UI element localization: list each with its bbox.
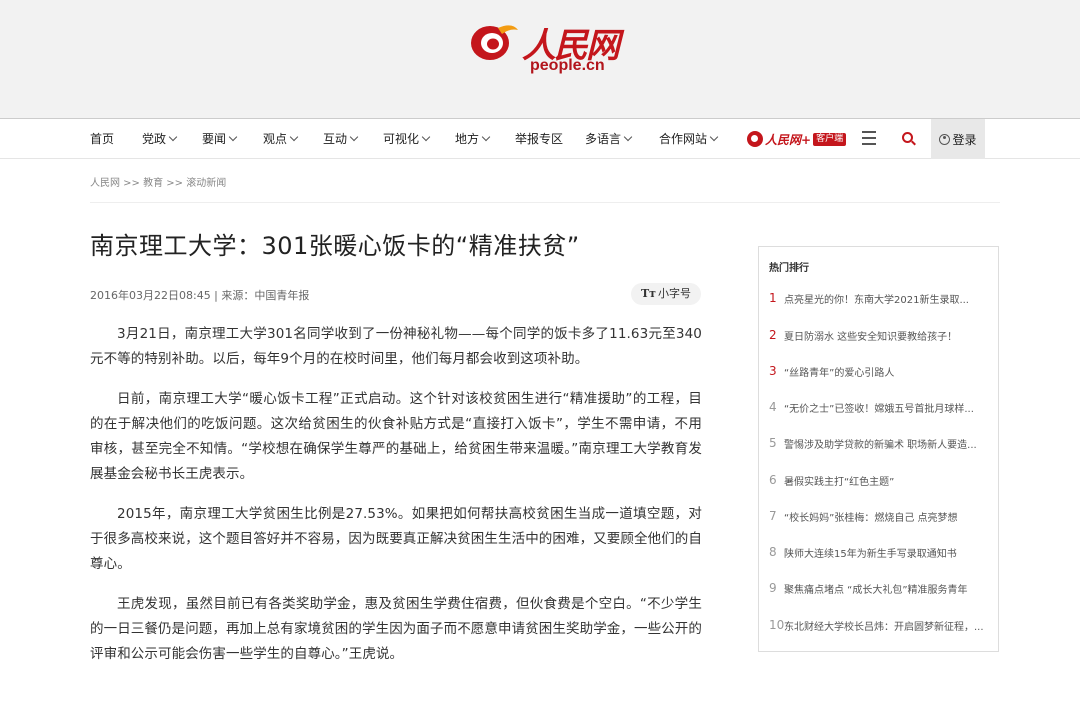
font-toggle-label: 小字号 <box>658 287 691 300</box>
main-nav: 首页 党政 要闻 观点 互动 可视化 地方 举报专区 多语言 合作网站 人民网+… <box>0 118 1080 159</box>
nav-item-local[interactable]: 地方 <box>455 119 491 159</box>
site-logo[interactable]: 人民网 people.cn <box>468 14 628 76</box>
login-button[interactable]: 登录 <box>931 119 985 159</box>
text-size-icon: Tт <box>640 287 656 300</box>
app-badge: 客户端 <box>813 132 847 146</box>
login-label: 登录 <box>952 132 977 147</box>
hot-item[interactable]: 3 “丝路青年”的爱心引路人 <box>769 361 991 381</box>
divider <box>90 202 1000 203</box>
nav-item-label: 多语言 <box>585 132 622 146</box>
hot-item-text: 聚焦痛点堵点 “成长大礼包”精准服务青年 <box>784 584 968 596</box>
nav-item-label: 互动 <box>323 132 348 146</box>
nav-item-label: 党政 <box>142 132 167 146</box>
nav-item-visual[interactable]: 可视化 <box>383 119 431 159</box>
app-name: 人民网+ <box>765 132 812 147</box>
hot-item-text: 东北财经大学校长吕炜：开启圆梦新征程，... <box>784 621 984 633</box>
search-icon[interactable] <box>902 132 916 146</box>
rank-number: 2 <box>769 328 777 342</box>
chevron-down-icon <box>289 132 299 142</box>
menu-icon[interactable] <box>862 131 876 145</box>
hot-item[interactable]: 8 陕师大连续15年为新生手写录取通知书 <box>769 542 991 562</box>
rank-number: 8 <box>769 545 777 559</box>
nav-item-home[interactable]: 首页 <box>90 119 114 159</box>
hot-item[interactable]: 1 点亮星光的你！东南大学2021新生录取... <box>769 288 991 308</box>
nav-item-label: 观点 <box>263 132 288 146</box>
hot-item-text: 警惕涉及助学贷款的新骗术 职场新人要造... <box>784 439 977 451</box>
hot-item[interactable]: 7 “校长妈妈”张桂梅：燃烧自己 点亮梦想 <box>769 506 991 526</box>
rank-number: 7 <box>769 509 777 523</box>
nav-item-label: 要闻 <box>202 132 227 146</box>
chevron-down-icon <box>623 132 633 142</box>
app-link[interactable]: 人民网+ 客户端 <box>747 130 847 148</box>
rank-number: 6 <box>769 473 777 487</box>
app-logo-icon <box>747 131 763 147</box>
rank-number: 5 <box>769 436 777 450</box>
rank-number: 3 <box>769 364 777 378</box>
chevron-down-icon <box>168 132 178 142</box>
hot-item[interactable]: 5 警惕涉及助学贷款的新骗术 职场新人要造... <box>769 433 991 453</box>
nav-item-report[interactable]: 举报专区 <box>515 119 563 159</box>
hot-item[interactable]: 4 “无价之士”已签收！嫦娥五号首批月球样... <box>769 397 991 417</box>
user-icon <box>939 133 951 145</box>
hot-item[interactable]: 2 夏日防溺水 这些安全知识要教给孩子！ <box>769 325 991 345</box>
nav-item-partners[interactable]: 合作网站 <box>659 119 719 159</box>
nav-item-label: 首页 <box>90 132 115 146</box>
chevron-down-icon <box>709 132 719 142</box>
article-paragraph: 2015年，南京理工大学贫困生比例是27.53%。如果把如何帮扶高校贫困生当成一… <box>90 506 702 572</box>
hot-item[interactable]: 10 东北财经大学校长吕炜：开启圆梦新征程，... <box>769 615 991 635</box>
nav-item-label: 举报专区 <box>515 132 564 146</box>
nav-item-news[interactable]: 要闻 <box>202 119 238 159</box>
rank-number: 4 <box>769 400 777 414</box>
hot-item[interactable]: 6 暑假实践主打“红色主题” <box>769 470 991 490</box>
nav-item-opinion[interactable]: 观点 <box>263 119 299 159</box>
chevron-down-icon <box>349 132 359 142</box>
hot-ranking-panel: 热门排行 1 点亮星光的你！东南大学2021新生录取... 2 夏日防溺水 这些安全… <box>758 246 999 652</box>
nav-item-label: 地方 <box>455 132 480 146</box>
nav-item-party[interactable]: 党政 <box>142 119 178 159</box>
article-paragraph: 王虎发现，虽然目前已有各类奖助学金，惠及贫困生学费住宿费，但伙食费是个空白。“不… <box>90 596 702 662</box>
nav-item-interact[interactable]: 互动 <box>323 119 359 159</box>
hot-item-text: 暑假实践主打“红色主题” <box>784 476 895 488</box>
hot-ranking-title: 热门排行 <box>769 263 809 274</box>
hot-item-text: “丝路青年”的爱心引路人 <box>784 367 895 379</box>
rank-number: 1 <box>769 291 777 305</box>
logo-swirl-icon <box>471 25 518 60</box>
chevron-down-icon <box>481 132 491 142</box>
breadcrumb[interactable]: 人民网 >> 教育 >> 滚动新闻 <box>90 174 226 189</box>
article-body: 3月21日，南京理工大学301名同学收到了一份神秘礼物——每个同学的饭卡多了11… <box>90 322 702 682</box>
article-paragraph: 日前，南京理工大学“暖心饭卡工程”正式启动。这个针对该校贫困生进行“精准援助”的… <box>90 391 702 482</box>
font-size-toggle[interactable]: Tт 小字号 <box>631 283 701 305</box>
hot-item-text: 陕师大连续15年为新生手写录取通知书 <box>784 548 957 560</box>
nav-item-label: 合作网站 <box>659 132 708 146</box>
article-title: 南京理工大学：301张暖心饭卡的“精准扶贫” <box>90 232 580 260</box>
hot-item[interactable]: 9 聚焦痛点堵点 “成长大礼包”精准服务青年 <box>769 578 991 598</box>
chevron-down-icon <box>228 132 238 142</box>
site-header: 人民网 people.cn <box>0 0 1080 118</box>
hot-item-text: 点亮星光的你！东南大学2021新生录取... <box>784 294 969 306</box>
hot-item-text: 夏日防溺水 这些安全知识要教给孩子！ <box>784 331 958 343</box>
chevron-down-icon <box>421 132 431 142</box>
nav-item-languages[interactable]: 多语言 <box>585 119 633 159</box>
article-meta: 2016年03月22日08:45 | 来源：中国青年报 <box>90 289 310 302</box>
logo-domain: people.cn <box>530 57 605 74</box>
hot-item-text: “校长妈妈”张桂梅：燃烧自己 点亮梦想 <box>784 512 958 524</box>
hot-item-text: “无价之士”已签收！嫦娥五号首批月球样... <box>784 403 974 415</box>
rank-number: 10 <box>769 618 785 632</box>
nav-item-label: 可视化 <box>383 132 420 146</box>
article-paragraph: 3月21日，南京理工大学301名同学收到了一份神秘礼物——每个同学的饭卡多了11… <box>90 326 702 367</box>
rank-number: 9 <box>769 581 777 595</box>
